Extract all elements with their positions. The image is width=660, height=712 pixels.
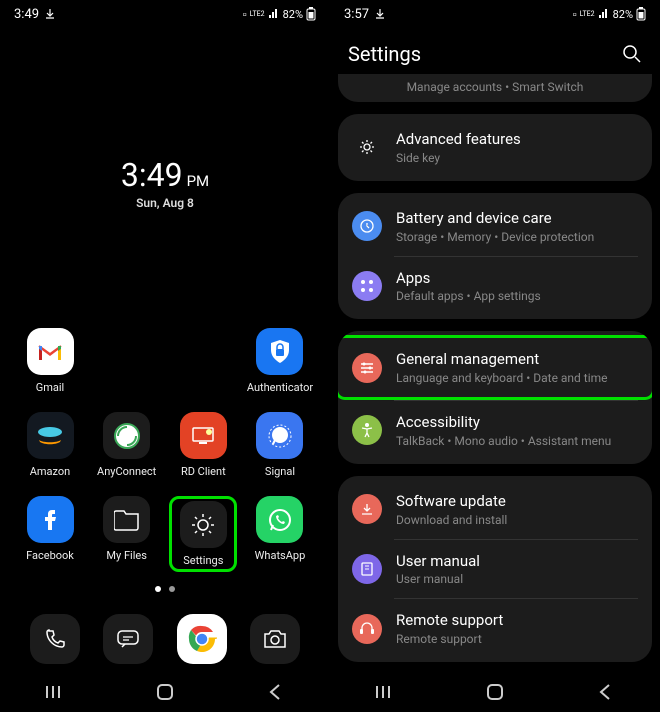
item-title: Accessibility — [396, 413, 638, 432]
signal-icon — [268, 9, 280, 19]
item-subtitle: Language and keyboard • Date and time — [396, 371, 638, 385]
app-label: My Files — [106, 549, 146, 562]
manual-icon — [352, 554, 382, 584]
app-label: Settings — [183, 554, 223, 567]
clock-date: Sun, Aug 8 — [0, 196, 330, 210]
battery-text: 82% — [613, 8, 633, 21]
settings-item-software-update[interactable]: Software update Download and install — [338, 480, 652, 539]
app-facebook[interactable]: Facebook — [16, 496, 84, 572]
gear-icon — [189, 511, 217, 539]
page-indicator — [0, 586, 330, 592]
clock-time: 3:49 — [121, 156, 183, 194]
app-amazon[interactable]: Amazon — [16, 412, 84, 478]
item-subtitle: Default apps • App settings — [396, 289, 638, 303]
signal-icon — [598, 9, 610, 19]
status-time: 3:57 — [344, 7, 369, 22]
battery-icon — [306, 7, 316, 21]
nav-home[interactable] — [465, 683, 525, 701]
settings-item-accessibility[interactable]: Accessibility TalkBack • Mono audio • As… — [338, 401, 652, 460]
settings-item-apps[interactable]: Apps Default apps • App settings — [338, 257, 652, 316]
nav-back[interactable] — [575, 684, 635, 700]
item-subtitle: Remote support — [396, 632, 638, 646]
update-icon — [352, 494, 382, 524]
dock — [0, 614, 330, 670]
settings-item-general-management[interactable]: General management Language and keyboard… — [338, 335, 652, 400]
settings-item-user-manual[interactable]: User manual User manual — [338, 540, 652, 599]
download-icon — [45, 9, 55, 19]
nav-recents[interactable] — [25, 685, 85, 699]
home-screen: 3:49 ▫ LTE2 82% 3:49PM Sun, Aug 8 — [0, 0, 330, 712]
app-label: Authenticator — [247, 381, 313, 394]
accessibility-icon — [352, 415, 382, 445]
nav-home[interactable] — [135, 683, 195, 701]
page-title: Settings — [348, 42, 421, 66]
item-title: Advanced features — [396, 130, 638, 149]
sim-icon: ▫ — [243, 8, 247, 21]
clock-widget[interactable]: 3:49PM Sun, Aug 8 — [0, 156, 330, 210]
item-title: Apps — [396, 269, 638, 288]
partial-group-top[interactable]: Manage accounts • Smart Switch — [338, 74, 652, 102]
general-icon — [352, 353, 382, 383]
item-title: User manual — [396, 552, 638, 571]
battery-text: 82% — [283, 8, 303, 21]
support-icon — [352, 614, 382, 644]
item-title: General management — [396, 350, 638, 369]
dock-camera[interactable] — [250, 614, 300, 664]
settings-list[interactable]: Manage accounts • Smart Switch Advanced … — [330, 74, 660, 662]
battery-icon — [636, 7, 646, 21]
item-subtitle: Side key — [396, 151, 638, 165]
item-title: Remote support — [396, 611, 638, 630]
sim-icon: ▫ — [573, 8, 577, 21]
item-subtitle: Storage • Memory • Device protection — [396, 230, 638, 244]
app-label: Facebook — [26, 549, 74, 562]
app-settings[interactable]: Settings — [169, 496, 237, 572]
search-icon[interactable] — [622, 44, 642, 64]
nav-back[interactable] — [245, 684, 305, 700]
nav-bar — [330, 672, 660, 712]
app-authenticator[interactable]: Authenticator — [246, 328, 314, 394]
download-icon — [375, 9, 385, 19]
battery-care-icon — [352, 211, 382, 241]
item-subtitle: TalkBack • Mono audio • Assistant menu — [396, 434, 638, 448]
app-myfiles[interactable]: My Files — [93, 496, 161, 572]
app-label: AnyConnect — [97, 465, 156, 478]
status-bar: 3:49 ▫ LTE2 82% — [0, 0, 330, 28]
settings-item-advanced-features[interactable]: Advanced features Side key — [338, 118, 652, 177]
app-anyconnect[interactable]: AnyConnect — [93, 412, 161, 478]
apps-icon — [352, 271, 382, 301]
app-rdclient[interactable]: RD Client — [169, 412, 237, 478]
item-title: Battery and device care — [396, 209, 638, 228]
app-gmail[interactable]: Gmail — [16, 328, 84, 394]
nav-bar — [0, 672, 330, 712]
network-label: LTE2 — [250, 10, 265, 18]
advanced-icon — [352, 132, 382, 162]
settings-item-battery[interactable]: Battery and device care Storage • Memory… — [338, 197, 652, 256]
settings-screen: 3:57 ▫ LTE2 82% Settings Manage accounts… — [330, 0, 660, 712]
item-subtitle: Download and install — [396, 513, 638, 527]
app-label: RD Client — [181, 465, 226, 478]
app-label: Signal — [265, 465, 295, 478]
app-signal[interactable]: Signal — [246, 412, 314, 478]
dock-phone[interactable] — [30, 614, 80, 664]
settings-item-remote-support[interactable]: Remote support Remote support — [338, 599, 652, 658]
item-title: Software update — [396, 492, 638, 511]
app-label: Amazon — [30, 465, 71, 478]
app-whatsapp[interactable]: WhatsApp — [246, 496, 314, 572]
status-bar: 3:57 ▫ LTE2 82% — [330, 0, 660, 28]
app-label: WhatsApp — [255, 549, 306, 562]
dock-chrome[interactable] — [177, 614, 227, 664]
network-label: LTE2 — [580, 10, 595, 18]
clock-ampm: PM — [187, 172, 210, 190]
settings-header: Settings — [330, 28, 660, 74]
nav-recents[interactable] — [355, 685, 415, 699]
item-subtitle: User manual — [396, 572, 638, 586]
dock-messages[interactable] — [103, 614, 153, 664]
status-time: 3:49 — [14, 7, 39, 22]
app-label: Gmail — [36, 381, 64, 394]
app-grid: Gmail Authenticator Amazon — [0, 328, 330, 572]
